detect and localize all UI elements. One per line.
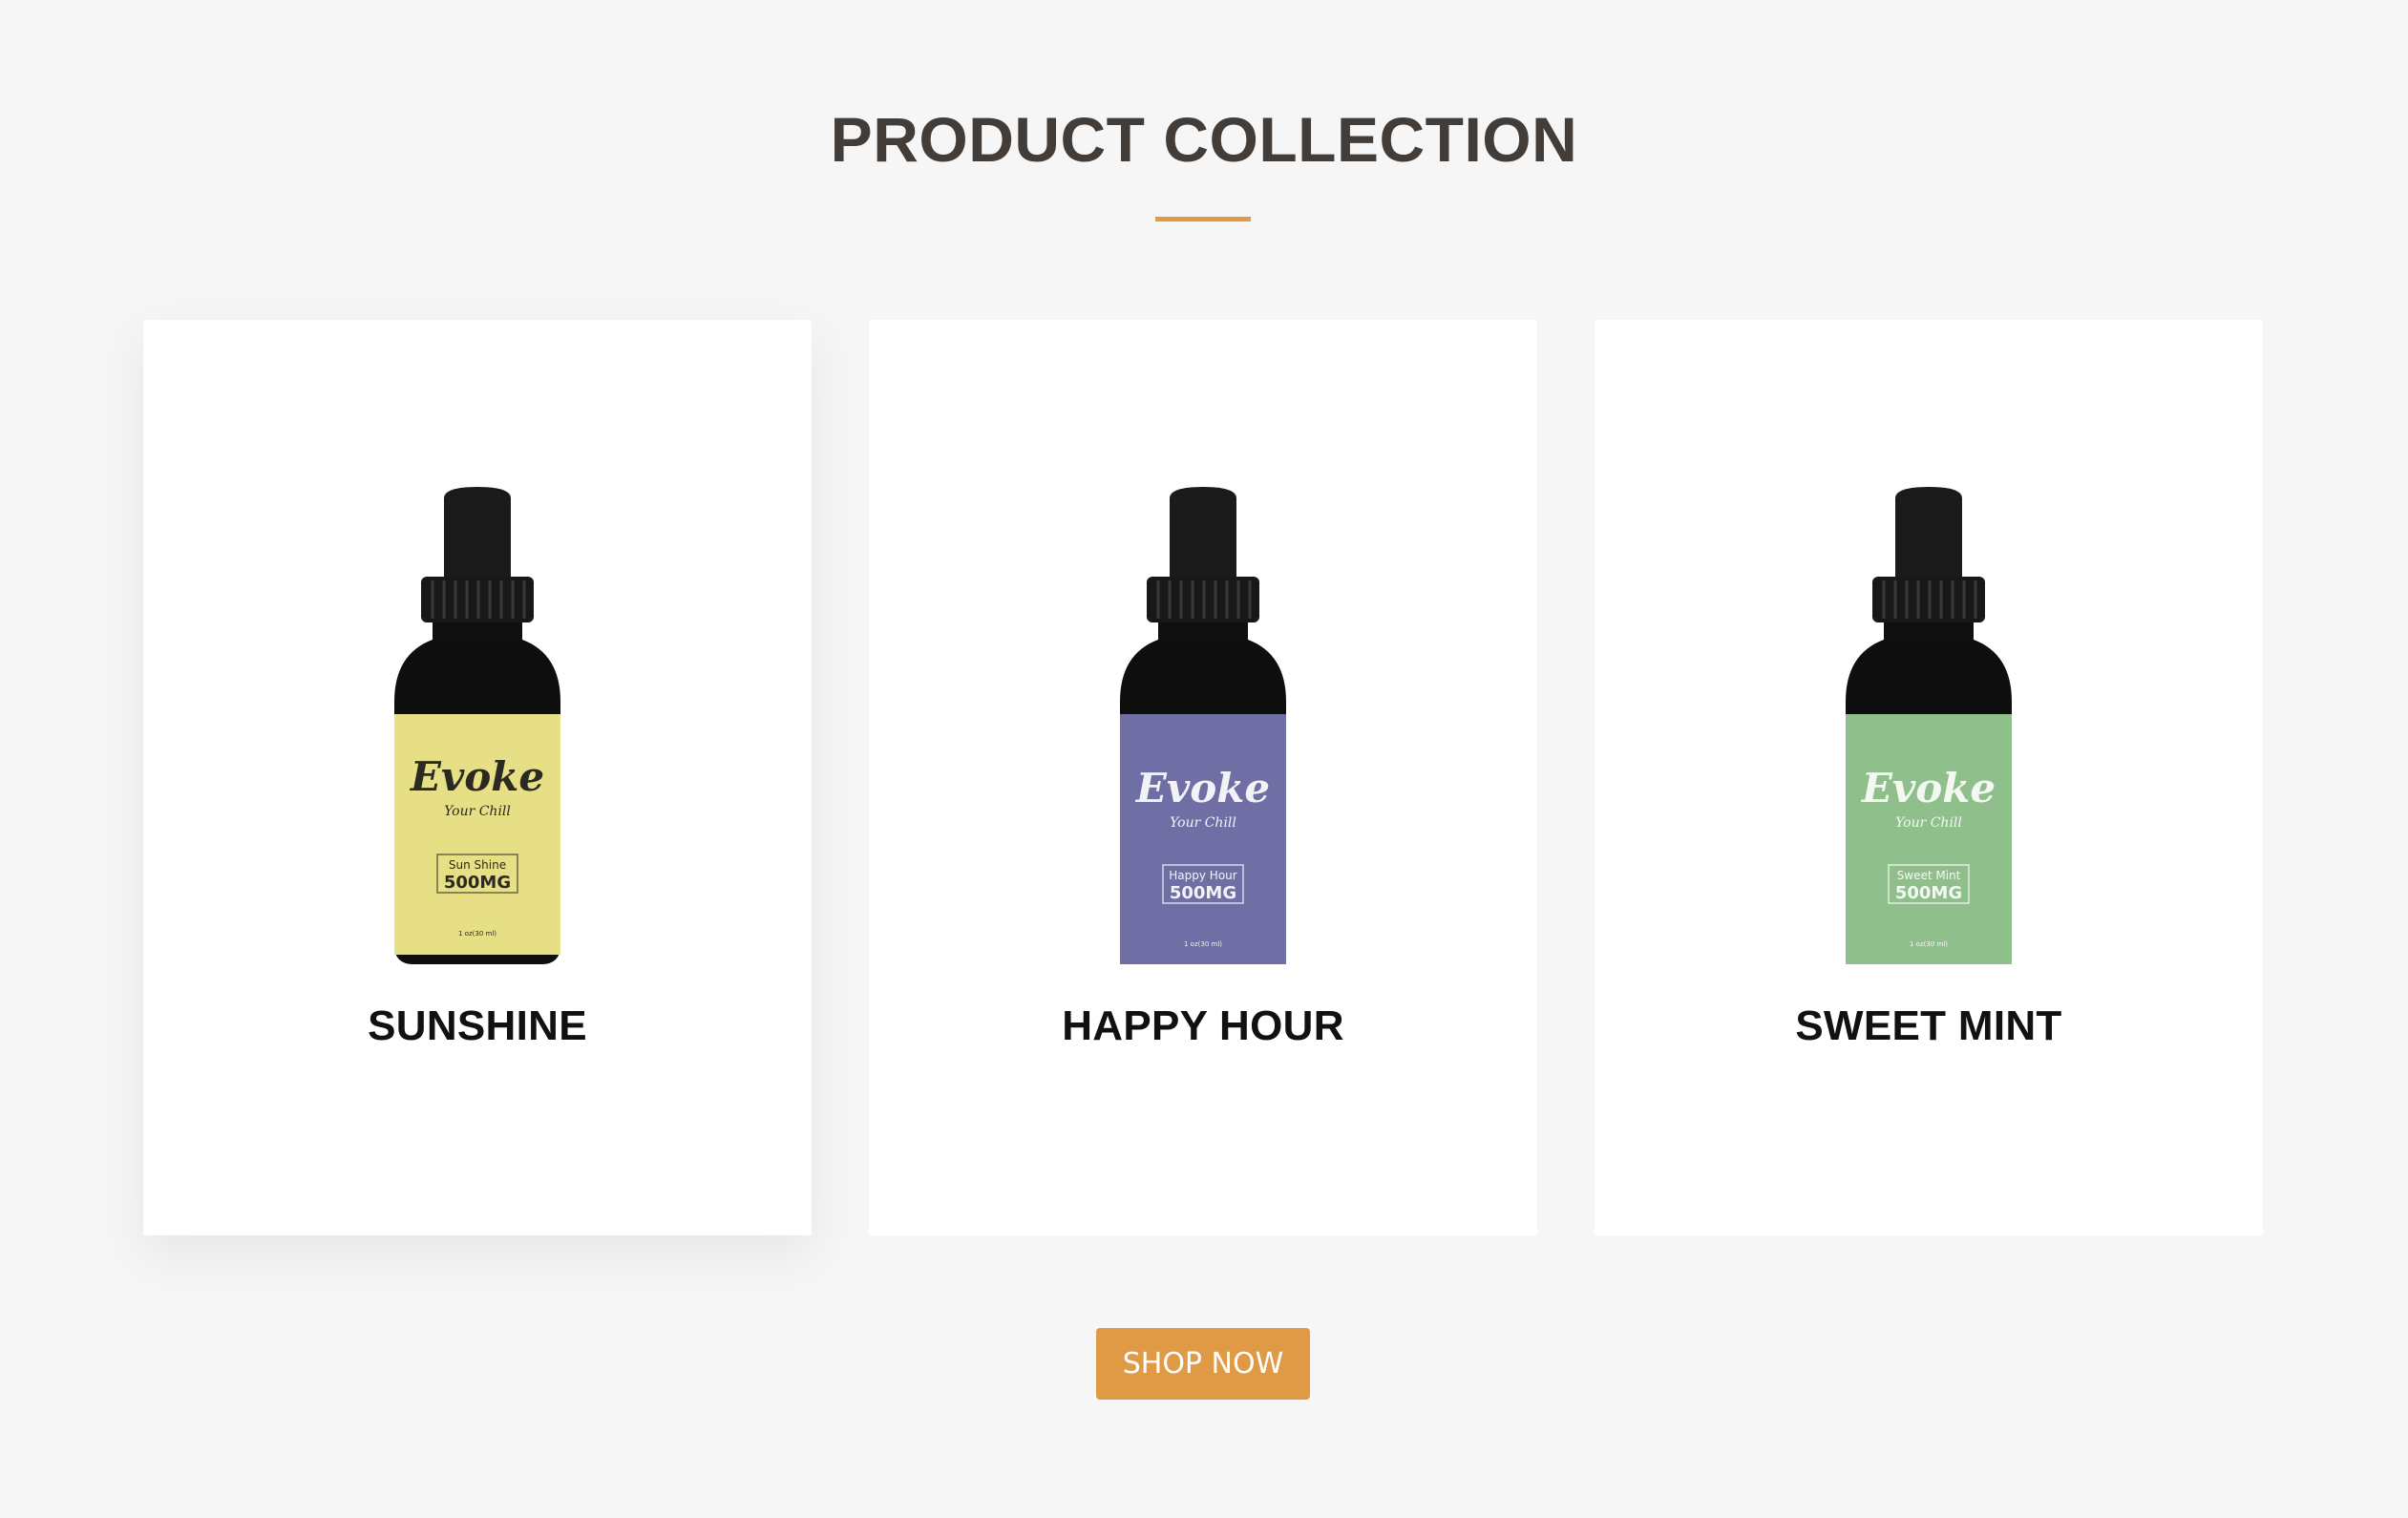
- product-image-happy-hour[interactable]: Evoke Your Chill Happy Hour 500MG 1 oz(3…: [1120, 487, 1286, 964]
- product-card-happy-hour[interactable]: Evoke Your Chill Happy Hour 500MG 1 oz(3…: [869, 320, 1537, 1235]
- product-card-sunshine[interactable]: Evoke Your Chill Sun Shine 500MG 1 oz(30…: [143, 320, 812, 1235]
- bottle-flavor: Happy Hour: [1169, 869, 1236, 882]
- bottle-strength: 500MG: [444, 873, 511, 893]
- dropper-bottle-icon: Evoke Your Chill Happy Hour 500MG 1 oz(3…: [1120, 487, 1286, 964]
- bottle-flavor: Sweet Mint: [1897, 869, 1961, 882]
- bottle-label: [394, 714, 560, 955]
- bottle-volume: 1 oz(30 ml): [458, 930, 496, 938]
- bottle-flavor: Sun Shine: [449, 858, 506, 872]
- shop-now-button[interactable]: SHOP NOW: [1096, 1328, 1310, 1400]
- bottle-strength: 500MG: [1170, 883, 1236, 903]
- product-name-sunshine[interactable]: SUNSHINE: [143, 1002, 812, 1050]
- product-name-sweet-mint[interactable]: SWEET MINT: [1595, 1002, 2263, 1050]
- bottle-volume: 1 oz(30 ml): [1910, 940, 1948, 948]
- product-name-happy-hour[interactable]: HAPPY HOUR: [869, 1002, 1537, 1050]
- bottle-volume: 1 oz(30 ml): [1184, 940, 1222, 948]
- bottle-label: [1846, 714, 2012, 964]
- bottle-label: [1120, 714, 1286, 964]
- product-card-sweet-mint[interactable]: Evoke Your Chill Sweet Mint 500MG 1 oz(3…: [1595, 320, 2263, 1235]
- dropper-bottle-icon: Evoke Your Chill Sun Shine 500MG 1 oz(30…: [394, 487, 560, 964]
- bottle-brand: Evoke: [1135, 765, 1270, 812]
- bottle-brand: Evoke: [1861, 765, 1996, 812]
- section-title: PRODUCT COLLECTION: [830, 104, 1578, 175]
- dropper-bottle-icon: Evoke Your Chill Sweet Mint 500MG 1 oz(3…: [1846, 487, 2012, 964]
- bottle-tagline: Your Chill: [1895, 815, 1962, 831]
- bottle-brand: Evoke: [410, 753, 544, 800]
- bottle-strength: 500MG: [1895, 883, 1962, 903]
- product-collection-page: PRODUCT COLLECTION Evoke Your Chill Sun …: [0, 0, 2408, 1518]
- product-image-sunshine[interactable]: Evoke Your Chill Sun Shine 500MG 1 oz(30…: [394, 487, 560, 964]
- title-underline: [1155, 217, 1251, 221]
- bottle-tagline: Your Chill: [1170, 815, 1236, 831]
- product-image-sweet-mint[interactable]: Evoke Your Chill Sweet Mint 500MG 1 oz(3…: [1846, 487, 2012, 964]
- bottle-tagline: Your Chill: [444, 804, 511, 819]
